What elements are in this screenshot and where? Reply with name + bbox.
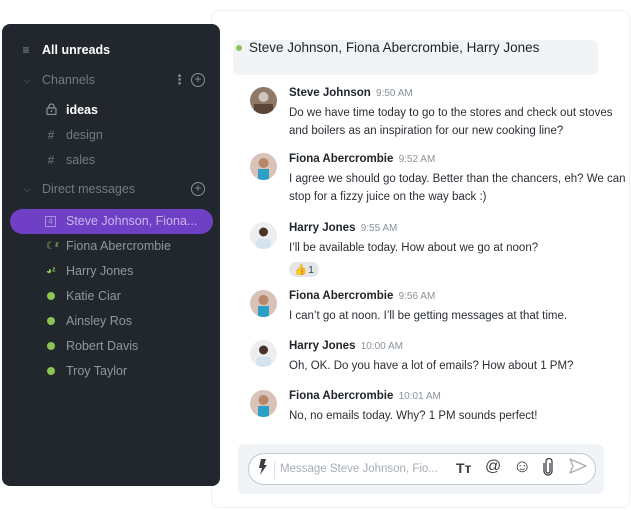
message-author[interactable]: Fiona Abercrombie: [289, 290, 393, 302]
reaction-count: 1: [308, 263, 314, 276]
message-time: 9:55 AM: [360, 223, 398, 234]
sidebar-item-dm[interactable]: ☾ᶻ Fiona Abercrombie: [2, 234, 220, 258]
avatar[interactable]: [250, 290, 277, 317]
message-text: I can’t go at noon. I’ll be getting mess…: [289, 310, 568, 322]
sidebar-item-dm[interactable]: Troy Taylor: [2, 359, 220, 383]
message-composer: Tт @ ☺: [248, 453, 596, 485]
sidebar-item-dm[interactable]: ◕ᶻ Harry Jones: [2, 259, 220, 283]
chat-panel: [211, 10, 630, 508]
message-text: Oh, OK. Do you have a lot of emails? How…: [289, 360, 574, 372]
message-text: Do we have time today to go to the store…: [289, 107, 613, 137]
sidebar-item-sales[interactable]: # sales: [2, 148, 220, 172]
online-status-icon: [47, 367, 55, 375]
sidebar-item-design[interactable]: # design: [2, 123, 220, 147]
sidebar-item-dm[interactable]: Robert Davis: [2, 334, 220, 358]
dm-label: Robert Davis: [66, 339, 139, 353]
online-status-icon: [236, 45, 242, 51]
message-text: I’ll be available today. How about we go…: [289, 242, 539, 254]
message-time: 10:00 AM: [360, 341, 403, 352]
reaction-thumbs-up[interactable]: 👍 1: [289, 262, 319, 277]
online-status-icon: [47, 342, 55, 350]
hash-icon: #: [47, 153, 55, 167]
dm-label: Harry Jones: [66, 264, 134, 278]
mention-icon[interactable]: @: [485, 458, 501, 476]
hash-icon: #: [47, 128, 55, 142]
channel-label: ideas: [66, 103, 98, 117]
chevron-down-icon[interactable]: ⌵: [20, 75, 34, 86]
message-time: 9:52 AM: [398, 154, 436, 165]
avatar[interactable]: [250, 390, 277, 417]
message-text: I agree we should go today. Better than …: [289, 173, 626, 203]
online-status-icon: [47, 317, 55, 325]
sidebar-item-group-dm[interactable]: 4 Steve Johnson, Fiona...: [2, 208, 220, 234]
lock-icon: [44, 102, 58, 118]
dm-label: Fiona Abercrombie: [66, 239, 171, 253]
message-time: 10:01 AM: [398, 391, 441, 402]
sidebar-item-dm[interactable]: Katie Ciar: [2, 284, 220, 308]
add-dm-icon[interactable]: +: [191, 182, 205, 196]
channel-label: design: [66, 128, 103, 142]
sidebar: ≡ All unreads ⌵ Channels ⋮ + ideas # des…: [2, 24, 220, 486]
message-text: No, no emails today. Why? 1 PM sounds pe…: [289, 410, 538, 422]
busy-status-icon: ◕ᶻ: [46, 265, 56, 277]
avatar[interactable]: [250, 153, 277, 180]
channels-section-header[interactable]: ⌵ Channels ⋮ +: [2, 68, 220, 92]
message-author[interactable]: Harry Jones: [289, 340, 355, 352]
lightning-icon[interactable]: [258, 459, 268, 478]
message-author[interactable]: Fiona Abercrombie: [289, 153, 393, 165]
add-channel-icon[interactable]: +: [191, 73, 205, 87]
sidebar-item-dm[interactable]: Ainsley Ros: [2, 309, 220, 333]
section-label: Channels: [42, 73, 95, 87]
away-status-icon: ☾ᶻ: [46, 240, 59, 252]
text-format-icon[interactable]: Tт: [456, 460, 471, 476]
divider: [274, 461, 275, 479]
message-author[interactable]: Steve Johnson: [289, 87, 371, 99]
chevron-down-icon[interactable]: ⌵: [20, 184, 34, 195]
chat-header: Steve Johnson, Fiona Abercrombie, Harry …: [233, 40, 598, 75]
send-icon[interactable]: [569, 458, 587, 479]
emoji-icon[interactable]: ☺: [513, 456, 531, 477]
attachment-icon[interactable]: [543, 457, 553, 481]
sidebar-item-all-unreads[interactable]: ≡ All unreads: [2, 38, 220, 62]
avatar[interactable]: [250, 340, 277, 367]
thumbs-up-icon: 👍: [294, 264, 308, 276]
message-input[interactable]: [280, 459, 450, 479]
message-time: 9:56 AM: [398, 291, 436, 302]
message-author[interactable]: Fiona Abercrombie: [289, 390, 393, 402]
message-author[interactable]: Harry Jones: [289, 222, 355, 234]
dm-label: Ainsley Ros: [66, 314, 132, 328]
dm-label: Troy Taylor: [66, 364, 128, 378]
group-count-icon: 4: [45, 215, 56, 227]
sidebar-item-label: All unreads: [42, 43, 111, 57]
section-label: Direct messages: [42, 182, 136, 196]
avatar[interactable]: [250, 87, 277, 114]
conversation-title: Steve Johnson, Fiona Abercrombie, Harry …: [249, 40, 540, 55]
message-time: 9:50 AM: [376, 88, 413, 99]
online-status-icon: [47, 292, 55, 300]
more-options-icon[interactable]: ⋮: [173, 72, 186, 88]
channel-label: sales: [66, 153, 96, 167]
dm-label: Katie Ciar: [66, 289, 121, 303]
sidebar-item-ideas[interactable]: ideas: [2, 98, 220, 122]
dm-section-header[interactable]: ⌵ Direct messages +: [2, 177, 220, 201]
dm-label: Steve Johnson, Fiona...: [66, 214, 198, 228]
list-icon: ≡: [22, 43, 30, 57]
avatar[interactable]: [250, 222, 277, 249]
